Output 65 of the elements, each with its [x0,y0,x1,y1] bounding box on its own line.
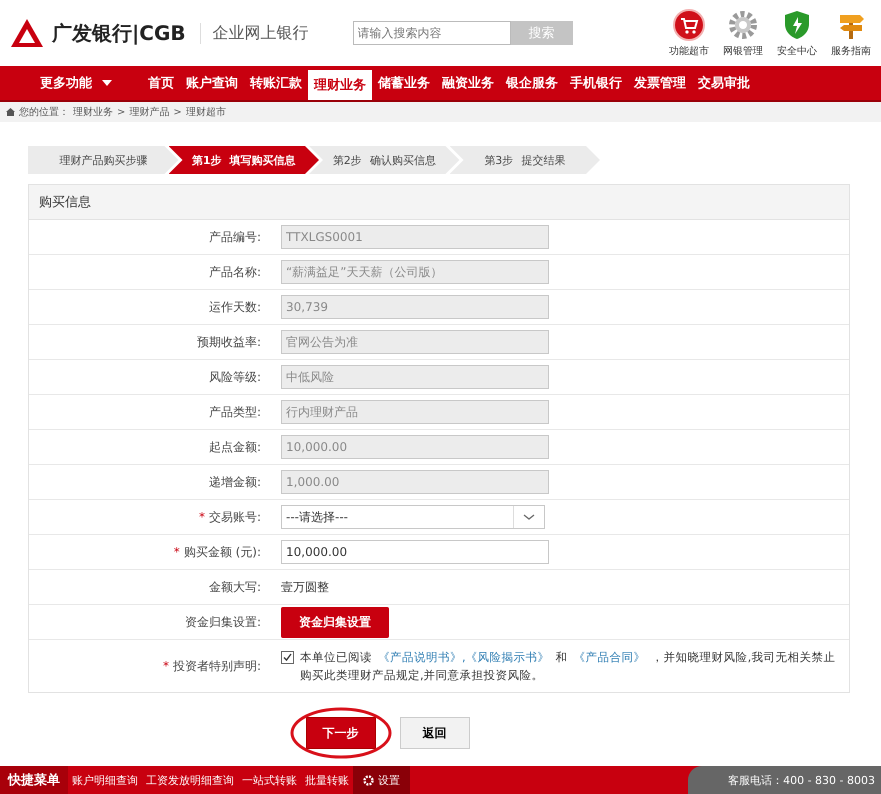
field-label: 金额大写: [208,578,261,596]
bank-logo-text: 广发银行|CGB [52,20,186,46]
field-label: 投资者特别声明: [172,658,261,674]
nav-tab[interactable]: 转账汇款 [244,66,308,100]
nav-tab[interactable]: 手机银行 [564,66,628,100]
nav-tab[interactable]: 账户查询 [180,66,244,100]
quick-link[interactable]: 账户明细查询 [68,766,142,794]
required-mark: * [174,545,180,559]
quick-link[interactable]: 一站式转账 [238,766,301,794]
readonly-field[interactable]: 中低风险 [281,365,549,389]
checkbox[interactable] [281,651,294,664]
nav-tab[interactable]: 首页 [142,66,180,100]
breadcrumb-item: 您的位置： [19,106,69,119]
required-mark: * [162,659,169,673]
shortcut-button[interactable]: 安全中心 [777,8,817,58]
logo-icon [10,18,44,48]
field-label: 运作天数: [208,298,261,316]
breadcrumb-item[interactable]: > [173,106,182,118]
field-label: 产品名称: [208,264,261,280]
field-label: 产品编号: [208,228,261,246]
document-link[interactable]: 《产品说明书》,《风险揭示书》 [378,650,550,664]
nav-tab[interactable]: 银企服务 [500,66,564,100]
field-label: 产品类型: [208,404,261,420]
account-select[interactable]: ---请选择--- [281,505,545,529]
field-label: 资金归集设置: [184,614,261,630]
shortcut-button[interactable]: 网银管理 [723,8,763,58]
cart-icon [673,8,705,40]
document-link[interactable]: 《产品合同》 [574,650,646,664]
shortcut-button[interactable]: 服务指南 [831,8,871,58]
field-label: 预期收益率: [196,334,261,350]
back-button[interactable]: 返回 [400,717,470,749]
nav-tab[interactable]: 储蓄业务 [372,66,436,100]
quick-link[interactable]: 批量转账 [301,766,353,794]
breadcrumb-item[interactable]: 理财业务 [73,105,113,119]
breadcrumb-item[interactable]: > [117,106,126,118]
settings-icon [363,774,374,786]
search-field[interactable]: 请输入搜索内容 [352,21,511,45]
nav-tab[interactable]: 交易审批 [692,66,756,100]
nav-tab[interactable]: 理财业务 [308,70,372,100]
field-label: 递增金额: [208,474,261,490]
gear-icon [727,8,759,40]
field-value: 壹万圆整 [281,578,329,596]
breadcrumb-item[interactable]: 理财产品 [129,105,170,119]
section-title: 购买信息 [29,185,849,220]
settings-button[interactable]: 设置 [353,766,410,794]
next-button[interactable]: 下一步 [306,717,376,749]
amount-field[interactable]: 10,000.00 [281,540,549,564]
more-functions-menu[interactable]: 更多功能 [0,66,142,100]
site-subtitle: 企业网上银行 [200,22,309,44]
required-mark: * [198,510,205,524]
field-label: 风险等级: [208,368,261,386]
caret-icon [102,80,112,86]
fund-settings-button[interactable]: 资金归集设置 [281,606,389,638]
declaration-text: 本单位已阅读 《产品说明书》,《风险揭示书》 和 《产品合同》 ，并知晓理财风险,我司无相关禁止购买此类理财产品规定,并同意承担投资风险。 [300,649,836,684]
quick-link[interactable]: 工资发放明细查询 [142,766,238,794]
field-label: 起点金额: [208,438,261,456]
hotline-text: 客服电话：400 - 830 - 8003 [688,766,881,794]
nav-tab[interactable]: 融资业务 [436,66,500,100]
quick-menu-button[interactable]: 快捷菜单 [0,766,68,794]
shortcut-button[interactable]: 功能超市 [669,8,709,58]
field-label: 交易账号: [208,508,261,526]
breadcrumb-item[interactable]: 理财超市 [186,105,226,119]
field-label: 购买金额 (元): [184,544,261,560]
home-icon [6,108,15,116]
nav-tab[interactable]: 发票管理 [628,66,692,100]
